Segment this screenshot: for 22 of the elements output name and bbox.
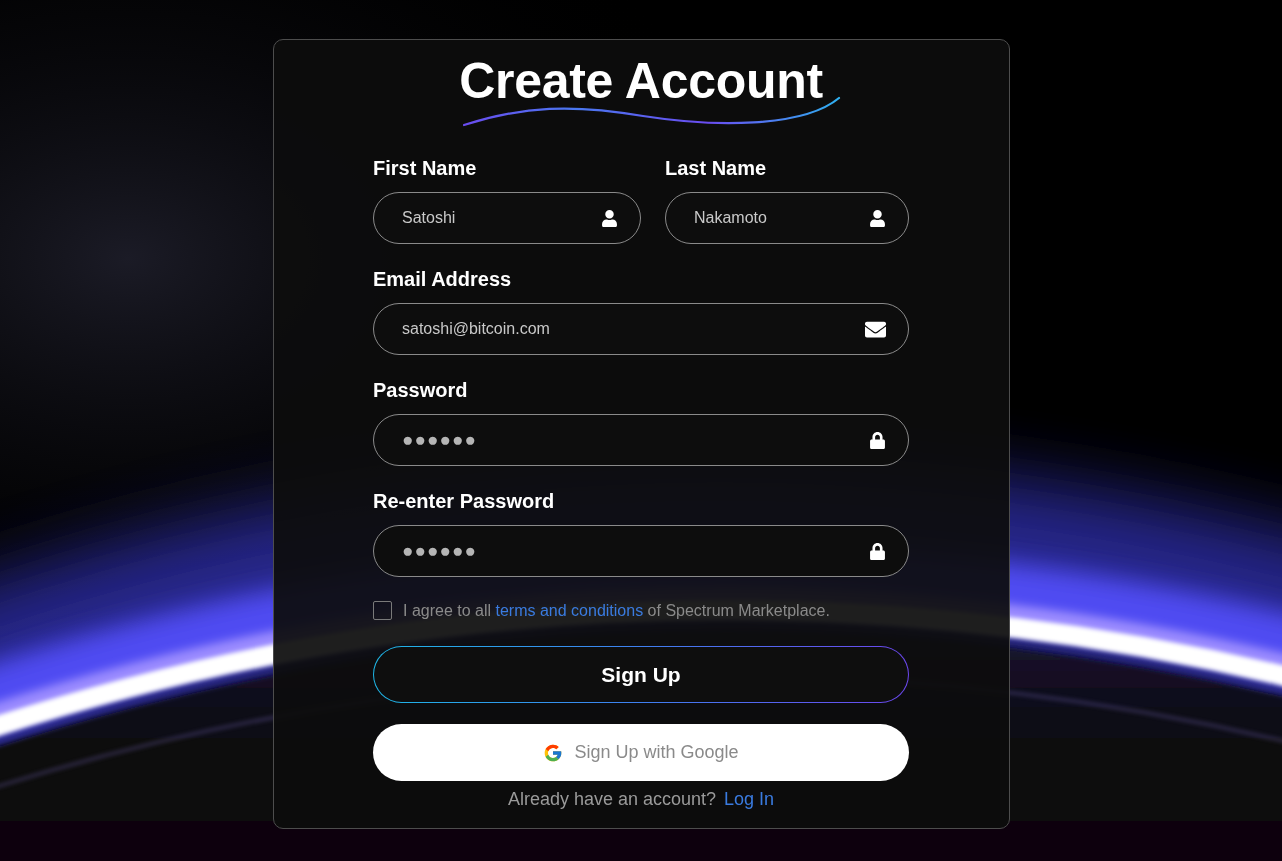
log-in-link[interactable]: Log In <box>724 788 775 810</box>
login-prompt: Already have an account? <box>507 788 717 810</box>
field-label: Password <box>373 378 469 402</box>
input-field[interactable]: ●●●●●● <box>373 525 909 577</box>
input-field[interactable]: satoshi@bitcoin.com <box>373 303 909 355</box>
field-label: Last Name <box>665 156 768 180</box>
sign-up-button[interactable]: Sign Up <box>373 646 909 703</box>
agreement-text: I agree to all terms and conditions of Spectrum Marketplace. <box>403 601 830 620</box>
page-title: Create Account <box>459 52 823 110</box>
field-label: Re-enter Password <box>373 489 556 513</box>
padlock-icon <box>869 542 886 560</box>
input-field[interactable]: Satoshi <box>373 192 641 244</box>
field-label: Email Address <box>373 267 513 291</box>
field-label: First Name <box>373 156 478 180</box>
padlock-icon <box>869 431 886 449</box>
input-field[interactable]: Nakamoto <box>665 192 909 244</box>
google-g-icon <box>543 742 564 763</box>
checkbox[interactable] <box>373 601 392 620</box>
person-icon <box>601 209 618 227</box>
terms-link[interactable]: terms and conditions <box>495 601 644 619</box>
input-field[interactable]: ●●●●●● <box>373 414 909 466</box>
person-icon <box>869 209 886 227</box>
